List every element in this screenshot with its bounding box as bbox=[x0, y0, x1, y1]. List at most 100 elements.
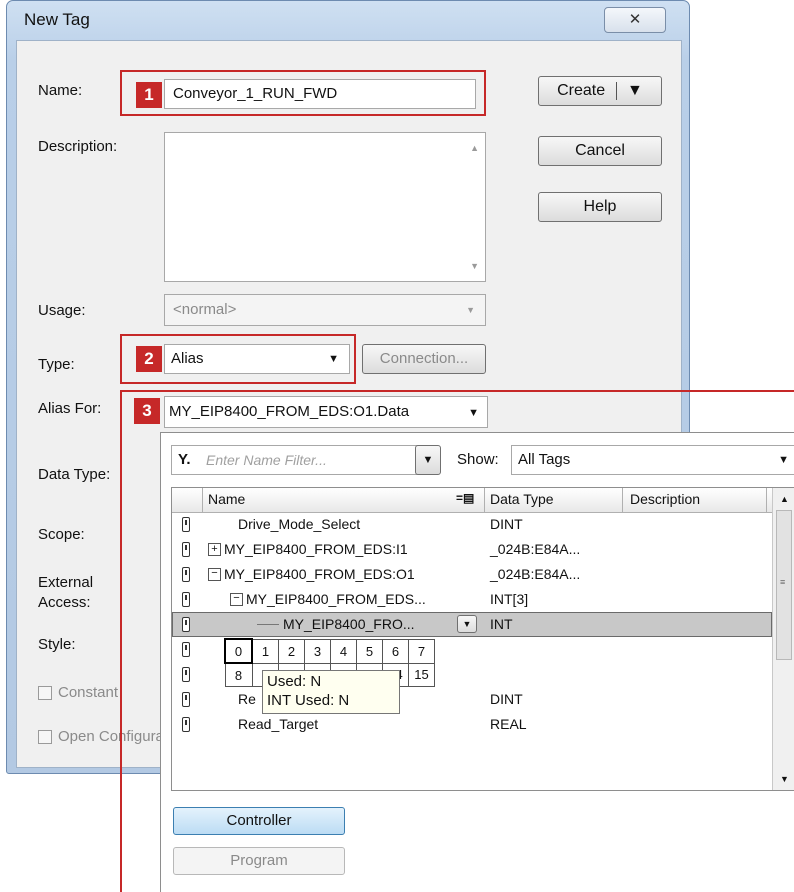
table-row-selected[interactable]: MY_EIP8400_FRO... ▼ INT bbox=[172, 612, 772, 637]
scrollbar-thumb[interactable]: ≡ bbox=[776, 510, 792, 660]
type-select[interactable]: Alias ▼ bbox=[164, 344, 350, 374]
cancel-button[interactable]: Cancel bbox=[538, 136, 662, 166]
description-label: Description: bbox=[38, 138, 118, 155]
table-row[interactable]: − MY_EIP8400_FROM_EDS:O1 _024B:E84A... bbox=[172, 562, 772, 587]
tag-icon bbox=[182, 542, 190, 557]
callout-line-left bbox=[120, 390, 122, 892]
create-button[interactable]: Create ▼ bbox=[538, 76, 662, 106]
alias-for-label: Alias For: bbox=[38, 400, 102, 417]
name-filter-input[interactable]: Y. Enter Name Filter... bbox=[171, 445, 427, 475]
grip-icon: ≡ bbox=[780, 577, 786, 587]
tag-icon bbox=[182, 617, 190, 632]
description-textarea[interactable]: ▲ ▼ bbox=[164, 132, 486, 282]
alias-value: MY_EIP8400_FROM_EDS:O1.Data bbox=[169, 403, 410, 420]
header-divider bbox=[622, 488, 623, 512]
scroll-up-icon[interactable]: ▲ bbox=[470, 143, 479, 153]
bit-cell[interactable]: 3 bbox=[304, 638, 331, 664]
chevron-down-icon[interactable]: ▼ bbox=[778, 446, 789, 474]
column-name-header[interactable]: Name bbox=[208, 491, 245, 507]
constant-label: Constant bbox=[58, 684, 119, 701]
alias-for-input[interactable]: MY_EIP8400_FROM_EDS:O1.Data ▼ bbox=[164, 396, 488, 428]
close-icon: ✕ bbox=[628, 11, 642, 28]
bit-cell[interactable]: 15 bbox=[408, 662, 435, 687]
type-value: Alias bbox=[171, 350, 204, 367]
scroll-down-icon[interactable]: ▼ bbox=[780, 774, 789, 784]
bit-cell[interactable]: 4 bbox=[330, 638, 357, 664]
style-label: Style: bbox=[38, 636, 76, 653]
bit-cell[interactable]: 5 bbox=[356, 638, 383, 664]
tag-grid: Name =▤ Data Type Description ▲ ≡ ▼ Driv… bbox=[171, 487, 794, 791]
row-name: Drive_Mode_Select bbox=[238, 516, 361, 532]
row-type: REAL bbox=[490, 716, 527, 732]
scroll-up-icon[interactable]: ▲ bbox=[780, 494, 789, 504]
row-name: MY_EIP8400_FROM_EDS:I1 bbox=[224, 541, 408, 557]
close-button[interactable]: ✕ bbox=[604, 7, 666, 33]
bit-cell[interactable]: 2 bbox=[278, 638, 305, 664]
show-label: Show: bbox=[457, 451, 499, 468]
filter-placeholder: Enter Name Filter... bbox=[206, 452, 327, 468]
name-label: Name: bbox=[38, 82, 83, 99]
table-row[interactable]: Drive_Mode_Select DINT bbox=[172, 512, 772, 537]
show-value: All Tags bbox=[518, 451, 571, 468]
usage-select[interactable]: <normal> ▼ bbox=[164, 294, 486, 326]
usage-value: <normal> bbox=[173, 301, 237, 318]
bit-cell[interactable]: 8 bbox=[224, 662, 253, 687]
connection-button[interactable]: Connection... bbox=[362, 344, 486, 374]
title-bar[interactable]: New Tag ✕ bbox=[6, 0, 690, 38]
usage-label: Usage: bbox=[38, 302, 86, 319]
table-row[interactable]: + MY_EIP8400_FROM_EDS:I1 _024B:E84A... bbox=[172, 537, 772, 562]
scroll-down-icon[interactable]: ▼ bbox=[470, 261, 479, 271]
tag-icon bbox=[182, 592, 190, 607]
row-name: MY_EIP8400_FROM_EDS... bbox=[246, 591, 426, 607]
bit-picker-dropdown[interactable]: ▼ bbox=[457, 615, 477, 633]
bit-cell[interactable]: 7 bbox=[408, 638, 435, 664]
row-type: INT bbox=[490, 616, 513, 632]
row-name: Read_Target bbox=[238, 716, 319, 732]
open-configuration-checkbox[interactable] bbox=[38, 730, 52, 744]
row-type: _024B:E84A... bbox=[490, 541, 581, 557]
program-scope-button[interactable]: Program bbox=[173, 847, 345, 875]
filter-dropdown-button[interactable]: ▼ bbox=[415, 445, 441, 475]
scope-label: Scope: bbox=[38, 526, 85, 543]
bit-cell[interactable]: 0 bbox=[224, 638, 253, 664]
split-divider bbox=[615, 81, 617, 100]
help-button[interactable]: Help bbox=[538, 192, 662, 222]
header-divider bbox=[766, 488, 767, 512]
row-name: Re bbox=[238, 691, 256, 707]
chevron-down-icon[interactable]: ▼ bbox=[627, 82, 643, 99]
header-divider bbox=[484, 488, 485, 512]
type-label: Type: bbox=[38, 356, 75, 373]
table-row[interactable]: − MY_EIP8400_FROM_EDS... INT[3] bbox=[172, 587, 772, 612]
callout-line-top bbox=[120, 390, 794, 392]
tag-browser-popup: Y. Enter Name Filter... ▼ Show: All Tags… bbox=[160, 432, 794, 892]
expand-icon[interactable]: + bbox=[208, 543, 221, 556]
marker-2: 2 bbox=[136, 346, 162, 372]
collapse-icon[interactable]: − bbox=[208, 568, 221, 581]
chevron-down-icon[interactable]: ▼ bbox=[466, 295, 475, 325]
column-data-type-header[interactable]: Data Type bbox=[490, 491, 554, 507]
name-input[interactable]: Conveyor_1_RUN_FWD bbox=[164, 79, 476, 109]
chevron-down-icon[interactable]: ▼ bbox=[328, 345, 339, 373]
constant-checkbox[interactable] bbox=[38, 686, 52, 700]
tag-icon bbox=[182, 667, 190, 682]
tag-icon bbox=[182, 717, 190, 732]
bit-cell[interactable]: 1 bbox=[251, 638, 279, 664]
create-button-label: Create bbox=[557, 82, 606, 99]
bit-cell[interactable]: 6 bbox=[382, 638, 409, 664]
grid-scrollbar[interactable]: ▲ ≡ ▼ bbox=[772, 488, 794, 790]
collapse-icon[interactable]: − bbox=[230, 593, 243, 606]
column-description-header[interactable]: Description bbox=[630, 491, 700, 507]
chevron-down-icon: ▼ bbox=[422, 454, 434, 466]
table-row[interactable]: Read_Target REAL bbox=[172, 712, 772, 737]
marker-3: 3 bbox=[134, 398, 160, 424]
show-select[interactable]: All Tags ▼ bbox=[511, 445, 794, 475]
tag-icon bbox=[182, 692, 190, 707]
grid-header: Name =▤ Data Type Description bbox=[172, 488, 772, 513]
tooltip-used: Used: N bbox=[267, 673, 322, 690]
tree-line bbox=[257, 624, 279, 625]
controller-scope-button[interactable]: Controller bbox=[173, 807, 345, 835]
column-sort-icon[interactable]: =▤ bbox=[456, 491, 474, 505]
chevron-down-icon[interactable]: ▼ bbox=[468, 398, 479, 427]
header-divider bbox=[202, 488, 203, 512]
tag-icon bbox=[182, 567, 190, 582]
